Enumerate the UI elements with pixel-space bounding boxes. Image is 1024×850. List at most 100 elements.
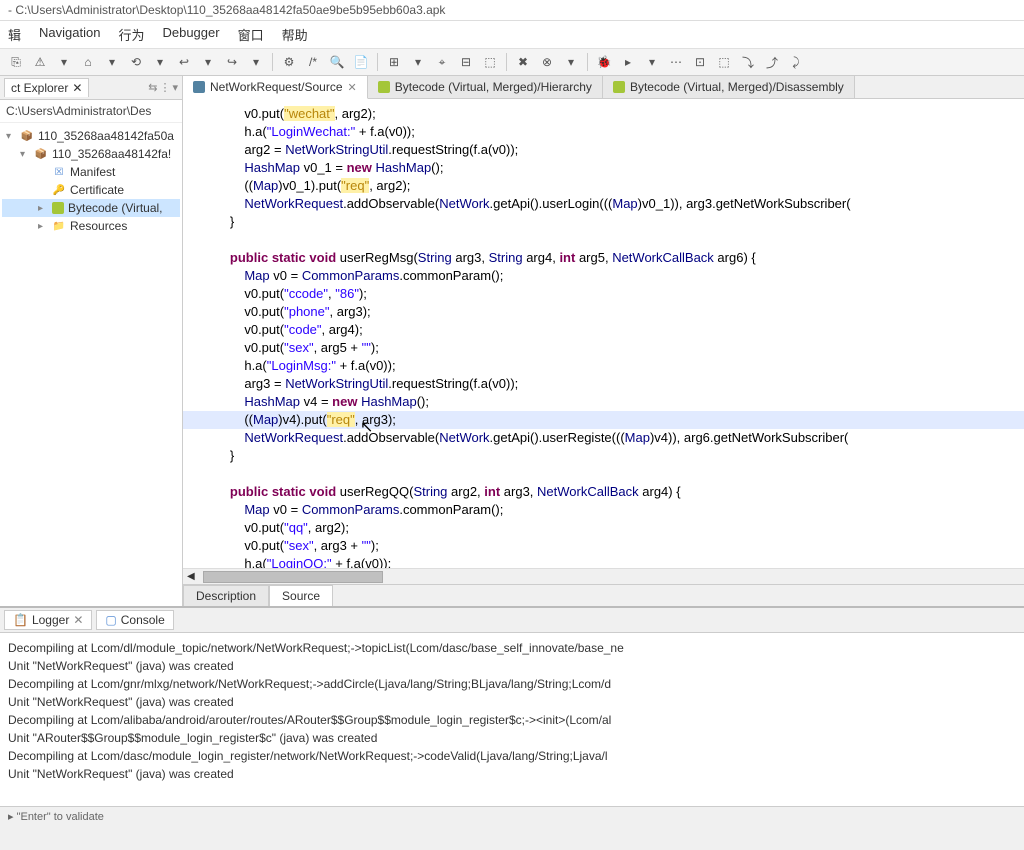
tree-manifest[interactable]: ☒ Manifest — [2, 163, 180, 181]
statusbar: ▸ "Enter" to validate — [0, 806, 1024, 826]
tree-resources-label: Resources — [70, 219, 127, 233]
horizontal-scrollbar[interactable]: ◀ — [183, 568, 1024, 584]
tb-debug-icon[interactable]: 🐞 — [594, 52, 614, 72]
tb-sep — [377, 53, 378, 71]
tb-comment-icon[interactable]: /* — [303, 52, 323, 72]
source-editor[interactable]: v0.put("wechat", arg2); h.a("LoginWechat… — [183, 99, 1024, 568]
android-icon — [378, 81, 390, 93]
tb-sep — [272, 53, 273, 71]
tb-home-icon[interactable]: ⌂ — [78, 52, 98, 72]
tree-resources[interactable]: ▸ 📁 Resources — [2, 217, 180, 235]
tb-frame2-icon[interactable]: ⬚ — [714, 52, 734, 72]
tb-refresh-icon[interactable]: ⟲ — [126, 52, 146, 72]
tb-drop2-icon[interactable]: ▾ — [102, 52, 122, 72]
tb-back-icon[interactable]: ↩ — [174, 52, 194, 72]
tree-root[interactable]: ▾ 📦 110_35268aa48142fa50a — [2, 127, 180, 145]
tb-minus-icon[interactable]: ⊟ — [456, 52, 476, 72]
explorer-tab-label: ct Explorer — [11, 81, 68, 95]
tab-bytecode-hierarchy[interactable]: Bytecode (Virtual, Merged)/Hierarchy — [368, 76, 603, 98]
tab-networkrequest-source[interactable]: NetWorkRequest/Source ✕ — [183, 76, 368, 99]
tb-box-icon[interactable]: ⬚ — [480, 52, 500, 72]
tb-doc-icon[interactable]: 📄 — [351, 52, 371, 72]
tab-description[interactable]: Description — [183, 585, 269, 606]
explorer-tab-close-icon[interactable]: ✕ — [72, 81, 82, 95]
tree-cert-label: Certificate — [70, 183, 124, 197]
log-line: Decompiling at Lcom/dl/module_topic/netw… — [8, 639, 1016, 657]
tb-target-icon[interactable]: ⌖ — [432, 52, 452, 72]
tab-bytecode-disassembly[interactable]: Bytecode (Virtual, Merged)/Disassembly — [603, 76, 855, 98]
log-line: Decompiling at Lcom/gnr/mlxg/network/Net… — [8, 675, 1016, 693]
explorer-tab[interactable]: ct Explorer ✕ — [4, 78, 89, 97]
tab-close-icon[interactable]: ✕ — [348, 81, 357, 94]
expand-icon[interactable]: ▸ — [38, 203, 48, 214]
tb-drop8-icon[interactable]: ▾ — [642, 52, 662, 72]
log-line: Decompiling at Lcom/dasc/module_login_re… — [8, 747, 1016, 765]
tb-drop3-icon[interactable]: ▾ — [150, 52, 170, 72]
tb-drop5-icon[interactable]: ▾ — [246, 52, 266, 72]
tab-label: Bytecode (Virtual, Merged)/Disassembly — [630, 80, 844, 94]
expand-icon[interactable]: ▾ — [6, 131, 16, 142]
log-line: Unit "NetWorkRequest" (java) was created — [8, 765, 1016, 783]
explorer-menu-icon[interactable]: ⋮ — [159, 81, 170, 94]
tb-fwd-icon[interactable]: ↪ — [222, 52, 242, 72]
logger-output[interactable]: Decompiling at Lcom/dl/module_topic/netw… — [0, 633, 1024, 806]
explorer-min-icon[interactable]: ▾ — [172, 81, 178, 94]
tree-root-label: 110_35268aa48142fa50a — [38, 129, 174, 143]
logger-panel: 📋 Logger ✕ ▢ Console Decompiling at Lcom… — [0, 606, 1024, 806]
tab-console[interactable]: ▢ Console — [96, 610, 173, 630]
tb-stepout-icon[interactable]: ⤴ — [762, 52, 782, 72]
editor-area: NetWorkRequest/Source ✕ Bytecode (Virtua… — [183, 76, 1024, 606]
toolbar: ⎘ ⚠ ▾ ⌂ ▾ ⟲ ▾ ↩ ▾ ↪ ▾ ⚙ /* 🔍 📄 ⊞ ▾ ⌖ ⊟ ⬚… — [0, 49, 1024, 76]
tb-more-icon[interactable]: ⋯ — [666, 52, 686, 72]
tb-warn-icon[interactable]: ⚠ — [30, 52, 50, 72]
tree-certificate[interactable]: 🔑 Certificate — [2, 181, 180, 199]
tb-drop7-icon[interactable]: ▾ — [561, 52, 581, 72]
project-explorer: ct Explorer ✕ ⇆ ⋮ ▾ C:\Users\Administrat… — [0, 76, 183, 606]
tb-drop6-icon[interactable]: ▾ — [408, 52, 428, 72]
tab-console-label: Console — [121, 613, 165, 627]
expand-icon[interactable]: ▸ — [38, 221, 48, 232]
tree-bytecode[interactable]: ▸ Bytecode (Virtual, — [2, 199, 180, 217]
explorer-path: C:\Users\Administrator\Des — [0, 100, 182, 123]
log-line: Unit "ARouter$$Group$$module_login_regis… — [8, 729, 1016, 747]
tb-drop4-icon[interactable]: ▾ — [198, 52, 218, 72]
tb-stepin-icon[interactable]: ⤵ — [738, 52, 758, 72]
android-icon — [613, 81, 625, 93]
tb-sep — [506, 53, 507, 71]
tb-stepover-icon[interactable]: ⤸ — [786, 52, 806, 72]
menu-debugger[interactable]: Debugger — [162, 25, 219, 44]
tb-drop-icon[interactable]: ▾ — [54, 52, 74, 72]
tab-logger-label: Logger — [32, 613, 69, 627]
tb-frame-icon[interactable]: ⊡ — [690, 52, 710, 72]
tab-label: Bytecode (Virtual, Merged)/Hierarchy — [395, 80, 592, 94]
console-icon: ▢ — [105, 613, 116, 627]
tab-logger[interactable]: 📋 Logger ✕ — [4, 610, 92, 630]
log-line: Decompiling at Lcom/alibaba/android/arou… — [8, 711, 1016, 729]
menu-window[interactable]: 窗口 — [238, 25, 264, 44]
scroll-left-icon[interactable]: ◀ — [187, 571, 195, 582]
tb-run-icon[interactable]: ▸ — [618, 52, 638, 72]
editor-tabs: NetWorkRequest/Source ✕ Bytecode (Virtua… — [183, 76, 1024, 99]
folder-icon: 📁 — [52, 219, 66, 233]
tab-close-icon[interactable]: ✕ — [73, 613, 83, 627]
cert-icon: 🔑 — [52, 183, 66, 197]
manifest-icon: ☒ — [52, 165, 66, 179]
tb-grid-icon[interactable]: ⊞ — [384, 52, 404, 72]
tree-package[interactable]: ▾ 📦 110_35268aa48142fa! — [2, 145, 180, 163]
project-icon: 📦 — [20, 129, 34, 143]
tb-search-icon[interactable]: 🔍 — [327, 52, 347, 72]
scrollbar-thumb[interactable] — [203, 571, 383, 583]
menu-behavior[interactable]: 行为 — [118, 25, 144, 44]
tb-gear-icon[interactable]: ⚙ — [279, 52, 299, 72]
expand-icon[interactable]: ▾ — [20, 149, 30, 160]
tb-close-icon[interactable]: ✖ — [513, 52, 533, 72]
menu-navigation[interactable]: Navigation — [39, 25, 100, 44]
tb-stop-icon[interactable]: ⊗ — [537, 52, 557, 72]
menu-help[interactable]: 帮助 — [282, 25, 308, 44]
window-title: - C:\Users\Administrator\Desktop\110_352… — [0, 0, 1024, 21]
tb-copy-icon[interactable]: ⎘ — [6, 52, 26, 72]
explorer-link-icon[interactable]: ⇆ — [148, 81, 157, 94]
tab-source[interactable]: Source — [269, 585, 333, 606]
menu-edit[interactable]: 辑 — [8, 25, 21, 44]
tree-pkg-label: 110_35268aa48142fa! — [52, 147, 171, 161]
